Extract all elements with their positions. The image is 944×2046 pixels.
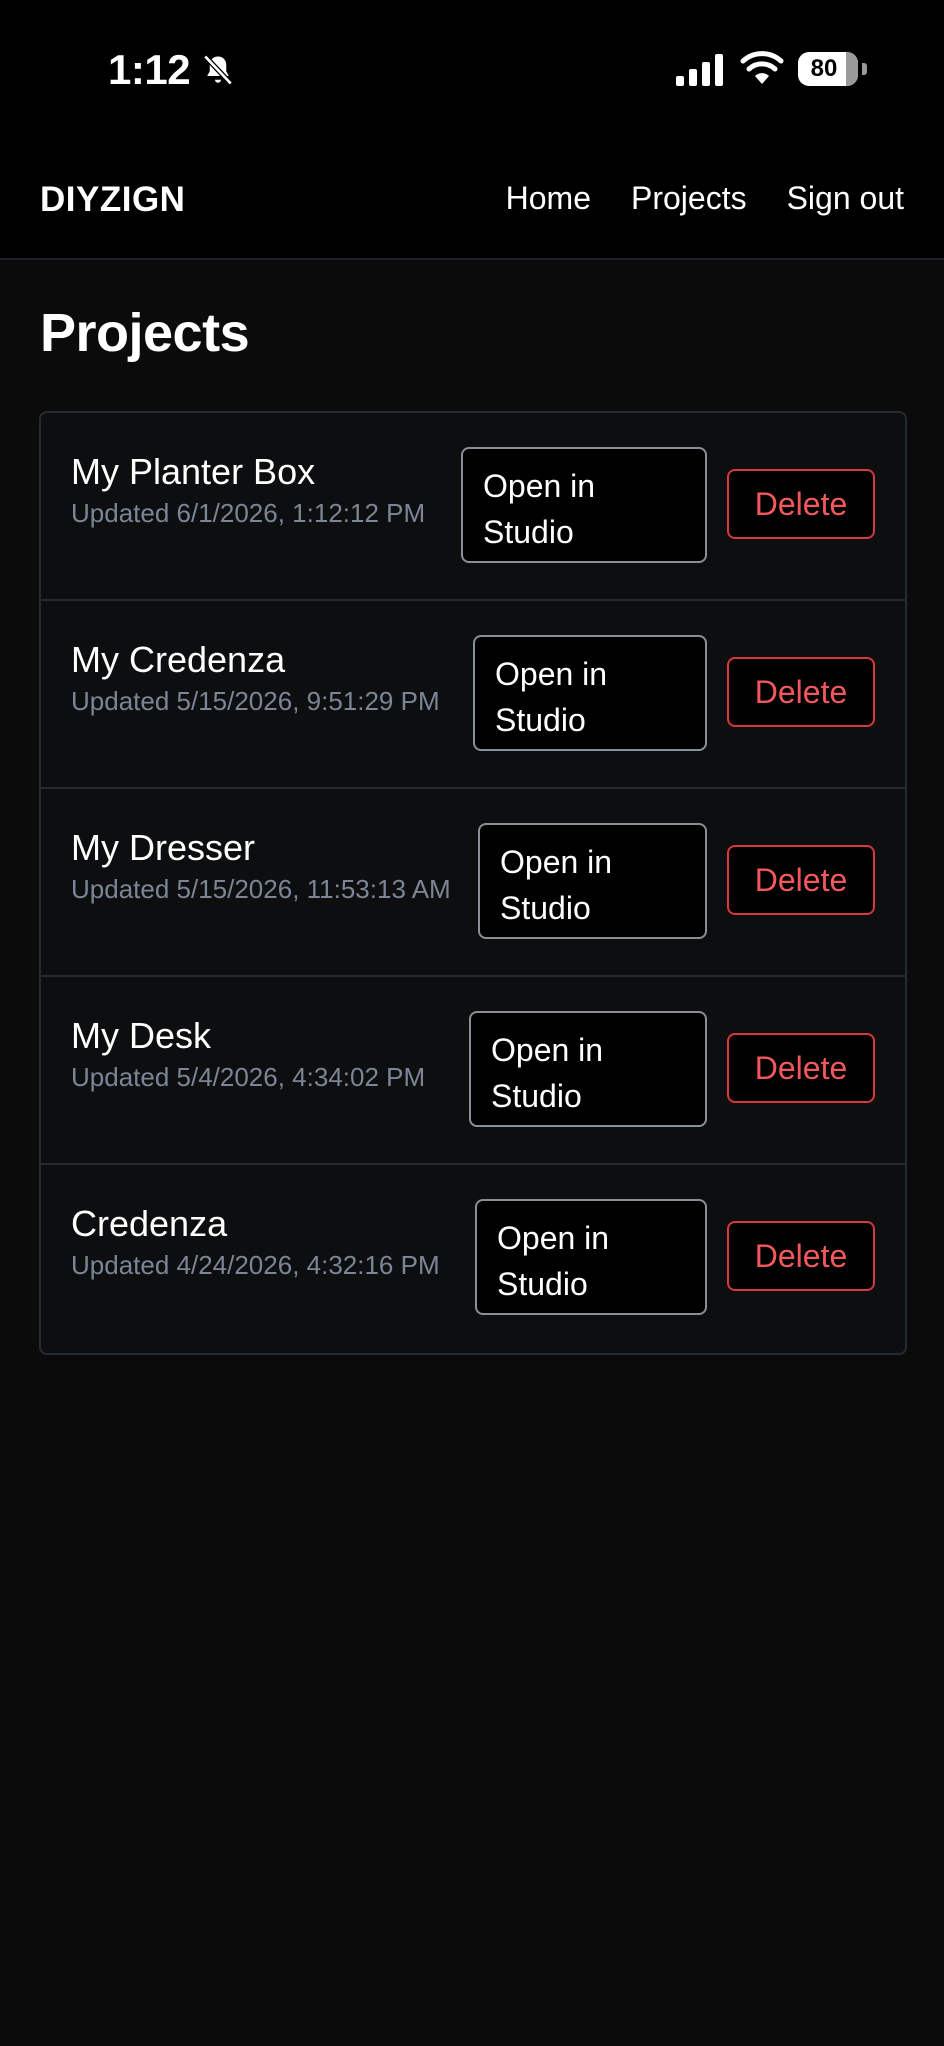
battery-tip (862, 63, 867, 75)
open-in-studio-button[interactable]: Open in Studio (478, 823, 707, 939)
project-updated-time: Updated 5/15/2026, 11:53:13 AM (71, 874, 451, 904)
project-row: My Credenza Updated 5/15/2026, 9:51:29 P… (41, 601, 905, 789)
project-row: My Planter Box Updated 6/1/2026, 1:12:12… (41, 413, 905, 601)
project-updated-time: Updated 6/1/2026, 1:12:12 PM (71, 498, 426, 528)
project-updated-time: Updated 5/15/2026, 9:51:29 PM (71, 686, 440, 716)
open-in-studio-button[interactable]: Open in Studio (469, 1011, 707, 1127)
top-navbar: DIYZIGN Home Projects Sign out (0, 140, 944, 260)
project-info: My Desk Updated 5/4/2026, 4:34:02 PM (71, 1015, 491, 1095)
delete-button[interactable]: Delete (727, 1221, 875, 1291)
delete-button[interactable]: Delete (727, 845, 875, 915)
nav-link-home[interactable]: Home (506, 180, 591, 217)
project-info: My Credenza Updated 5/15/2026, 9:51:29 P… (71, 639, 491, 719)
project-name: My Dresser (71, 827, 256, 868)
nav-links: Home Projects Sign out (506, 180, 904, 217)
nav-link-projects[interactable]: Projects (631, 180, 747, 217)
status-time: 1:12 (108, 46, 191, 93)
project-row: My Dresser Updated 5/15/2026, 11:53:13 A… (41, 789, 905, 977)
project-info: Credenza Updated 4/24/2026, 4:32:16 PM (71, 1203, 491, 1283)
page-title: Projects (40, 303, 250, 363)
open-in-studio-button[interactable]: Open in Studio (461, 447, 707, 563)
project-name: My Desk (71, 1015, 212, 1056)
status-bar: 1:12 80 (0, 0, 944, 140)
project-list: My Planter Box Updated 6/1/2026, 1:12:12… (39, 411, 907, 1355)
wifi-icon (740, 51, 784, 84)
bell-slash-icon (203, 54, 233, 86)
project-updated-time: Updated 5/4/2026, 4:34:02 PM (71, 1062, 426, 1092)
cellular-signal-icon (676, 54, 723, 86)
delete-button[interactable]: Delete (727, 1033, 875, 1103)
project-name: My Planter Box (71, 451, 316, 492)
project-name: Credenza (71, 1203, 228, 1244)
project-info: My Planter Box Updated 6/1/2026, 1:12:12… (71, 451, 491, 531)
project-row: My Desk Updated 5/4/2026, 4:34:02 PM Ope… (41, 977, 905, 1165)
battery-empty-segment (846, 52, 858, 86)
project-name: My Credenza (71, 639, 286, 680)
project-row: Credenza Updated 4/24/2026, 4:32:16 PM O… (41, 1165, 905, 1353)
project-info: My Dresser Updated 5/15/2026, 11:53:13 A… (71, 827, 491, 907)
open-in-studio-button[interactable]: Open in Studio (475, 1199, 707, 1315)
nav-link-sign-out[interactable]: Sign out (787, 180, 904, 217)
project-updated-time: Updated 4/24/2026, 4:32:16 PM (71, 1250, 440, 1280)
delete-button[interactable]: Delete (727, 469, 875, 539)
battery-level: 80 (810, 55, 838, 82)
brand-logo[interactable]: DIYZIGN (40, 180, 185, 220)
battery-icon: 80 (798, 52, 858, 86)
delete-button[interactable]: Delete (727, 657, 875, 727)
open-in-studio-button[interactable]: Open in Studio (473, 635, 707, 751)
